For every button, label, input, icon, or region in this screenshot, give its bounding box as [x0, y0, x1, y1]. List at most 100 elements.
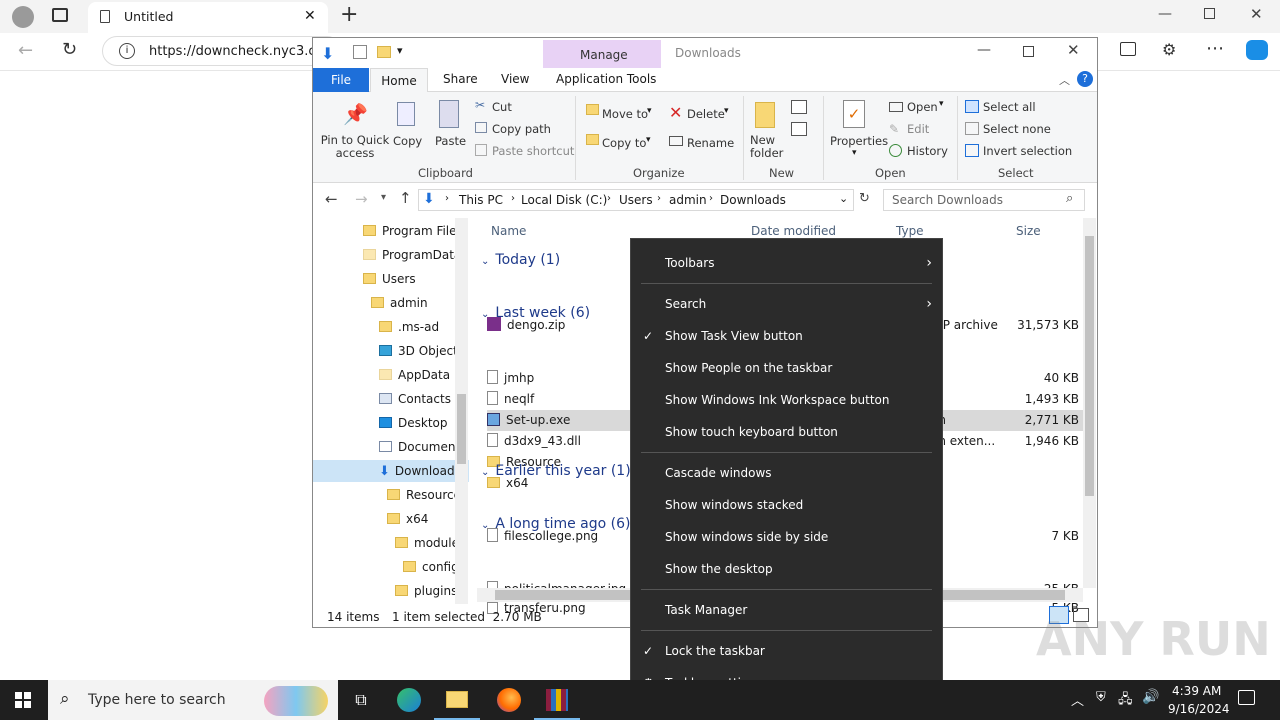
- tree-item-config[interactable]: config: [403, 556, 459, 578]
- group-header-last-week[interactable]: ⌄ Last week (6): [481, 305, 590, 321]
- file-list-scrollbar[interactable]: [1083, 218, 1096, 588]
- quick-access-download-icon[interactable]: ⬇: [321, 44, 334, 63]
- refresh-icon[interactable]: ↻: [62, 39, 77, 60]
- minimize-explorer-button[interactable]: —: [977, 42, 991, 58]
- rename-button[interactable]: Rename: [687, 136, 734, 150]
- menu-item-toolbars[interactable]: Toolbars ›: [631, 249, 942, 277]
- menu-item-side-by-side[interactable]: Show windows side by side: [631, 523, 942, 551]
- clock-date[interactable]: 9/16/2024: [1168, 702, 1230, 716]
- menu-item-show-ink-workspace[interactable]: Show Windows Ink Workspace button: [631, 386, 942, 414]
- tree-item-3d-objects[interactable]: 3D Objects: [379, 340, 464, 362]
- minimize-browser-button[interactable]: —: [1158, 6, 1172, 22]
- tab-home[interactable]: Home: [370, 68, 428, 93]
- path-dropdown-icon[interactable]: ⌄: [839, 192, 848, 205]
- customize-qat-icon[interactable]: ▾: [397, 44, 403, 57]
- more-options-icon[interactable]: ⋯: [1206, 38, 1224, 59]
- tab-actions-icon[interactable]: [52, 8, 68, 22]
- winrar-taskbar-icon[interactable]: [534, 680, 580, 720]
- select-all-button[interactable]: Select all: [983, 100, 1036, 114]
- copy-path-button[interactable]: Copy path: [492, 122, 551, 136]
- back-icon[interactable]: ←: [325, 190, 338, 208]
- file-list-scroll-thumb[interactable]: [1085, 236, 1094, 496]
- tree-item-desktop[interactable]: Desktop: [379, 412, 448, 434]
- tree-item-contacts[interactable]: Contacts: [379, 388, 451, 410]
- tree-item-programdata[interactable]: ProgramData: [363, 244, 461, 266]
- firefox-taskbar-icon[interactable]: [486, 680, 532, 720]
- new-item-icon[interactable]: [791, 100, 807, 114]
- tab-file[interactable]: File: [313, 68, 369, 92]
- tree-scrollbar[interactable]: [455, 218, 468, 604]
- browser-tab[interactable]: Untitled ✕: [88, 2, 328, 33]
- menu-item-windows-stacked[interactable]: Show windows stacked: [631, 491, 942, 519]
- collapse-ribbon-icon[interactable]: ︿: [1059, 72, 1070, 88]
- easy-access-icon[interactable]: [791, 122, 807, 136]
- breadcrumb-downloads[interactable]: Downloads: [720, 193, 786, 207]
- menu-item-show-desktop[interactable]: Show the desktop: [631, 555, 942, 583]
- help-icon[interactable]: ?: [1077, 71, 1093, 87]
- menu-item-task-manager[interactable]: Task Manager: [631, 596, 942, 624]
- paste-shortcut-button[interactable]: Paste shortcut: [492, 144, 574, 158]
- menu-item-search[interactable]: Search ›: [631, 290, 942, 318]
- tree-item-admin[interactable]: admin: [371, 292, 428, 314]
- show-hidden-icons-icon[interactable]: ︿: [1071, 690, 1084, 709]
- breadcrumb-admin[interactable]: admin: [669, 193, 707, 207]
- close-tab-icon[interactable]: ✕: [304, 8, 316, 24]
- up-icon[interactable]: ↑: [399, 189, 412, 207]
- file-explorer-taskbar-icon[interactable]: [434, 680, 480, 720]
- copy-to-dropdown-icon[interactable]: ▾: [646, 135, 651, 145]
- column-name[interactable]: Name: [491, 224, 526, 238]
- delete-button[interactable]: Delete: [687, 107, 725, 121]
- security-icon[interactable]: ⛨: [1096, 690, 1106, 705]
- quick-access-properties-icon[interactable]: [353, 45, 367, 59]
- group-header-earlier-this-year[interactable]: ⌄ Earlier this year (1): [481, 463, 631, 479]
- close-explorer-button[interactable]: ✕: [1067, 41, 1080, 59]
- menu-item-lock-taskbar[interactable]: ✓ Lock the taskbar: [631, 637, 942, 665]
- recent-locations-icon[interactable]: ▾: [381, 192, 386, 203]
- notifications-icon[interactable]: [1238, 690, 1255, 705]
- tree-item-x64[interactable]: x64: [387, 508, 428, 530]
- tab-share[interactable]: Share: [443, 72, 478, 86]
- select-none-button[interactable]: Select none: [983, 122, 1051, 136]
- task-view-button[interactable]: ⧉: [338, 680, 384, 720]
- menu-item-show-task-view[interactable]: ✓ Show Task View button: [631, 322, 942, 350]
- clock-time[interactable]: 4:39 AM: [1172, 684, 1221, 698]
- tree-item-ms-ad[interactable]: .ms-ad: [379, 316, 439, 338]
- delete-dropdown-icon[interactable]: ▾: [724, 106, 729, 116]
- extensions-icon[interactable]: ⚙: [1162, 40, 1176, 59]
- address-bar[interactable]: i https://downcheck.nyc3.cdn: [102, 36, 342, 66]
- maximize-explorer-button[interactable]: [1023, 46, 1034, 57]
- copilot-icon[interactable]: [1246, 40, 1268, 60]
- column-type[interactable]: Type: [896, 224, 924, 238]
- new-folder-button[interactable]: New folder: [750, 134, 783, 160]
- tree-item-documents[interactable]: Documents: [379, 436, 466, 458]
- tree-item-resource[interactable]: Resource: [387, 484, 461, 506]
- breadcrumb-local-disk[interactable]: Local Disk (C:): [521, 193, 607, 207]
- breadcrumb-users[interactable]: Users: [619, 193, 653, 207]
- tab-view[interactable]: View: [501, 72, 529, 86]
- taskbar-search-box[interactable]: ⌕ Type here to search: [48, 680, 338, 720]
- tree-item-downloads[interactable]: ⬇ Downloads: [379, 460, 461, 482]
- menu-item-show-people[interactable]: Show People on the taskbar: [631, 354, 942, 382]
- network-icon[interactable]: 🖧: [1118, 690, 1133, 712]
- search-downloads-input[interactable]: Search Downloads ⌕: [883, 189, 1085, 211]
- forward-icon[interactable]: →: [355, 190, 368, 208]
- open-dropdown-icon[interactable]: ▾: [939, 99, 944, 109]
- volume-icon[interactable]: 🔊: [1142, 689, 1159, 705]
- copy-button[interactable]: Copy: [393, 134, 422, 148]
- edge-taskbar-icon[interactable]: [386, 680, 432, 720]
- properties-button[interactable]: Properties: [830, 134, 888, 148]
- quick-access-folder-icon[interactable]: [377, 46, 391, 58]
- new-tab-button[interactable]: +: [340, 2, 358, 27]
- tree-item-appdata[interactable]: AppData: [379, 364, 450, 386]
- profile-icon[interactable]: [12, 6, 34, 28]
- group-header-long-time-ago[interactable]: ⌄ A long time ago (6): [481, 516, 630, 532]
- menu-item-cascade-windows[interactable]: Cascade windows: [631, 459, 942, 487]
- history-button[interactable]: History: [907, 144, 948, 158]
- cut-button[interactable]: Cut: [492, 100, 512, 114]
- tree-item-plugins[interactable]: plugins: [395, 580, 457, 602]
- open-button[interactable]: Open: [907, 100, 938, 114]
- pin-to-quick-access-button[interactable]: Pin to Quick access: [320, 134, 390, 160]
- invert-selection-button[interactable]: Invert selection: [983, 144, 1072, 158]
- start-button[interactable]: [0, 680, 46, 720]
- close-browser-button[interactable]: ✕: [1250, 5, 1263, 23]
